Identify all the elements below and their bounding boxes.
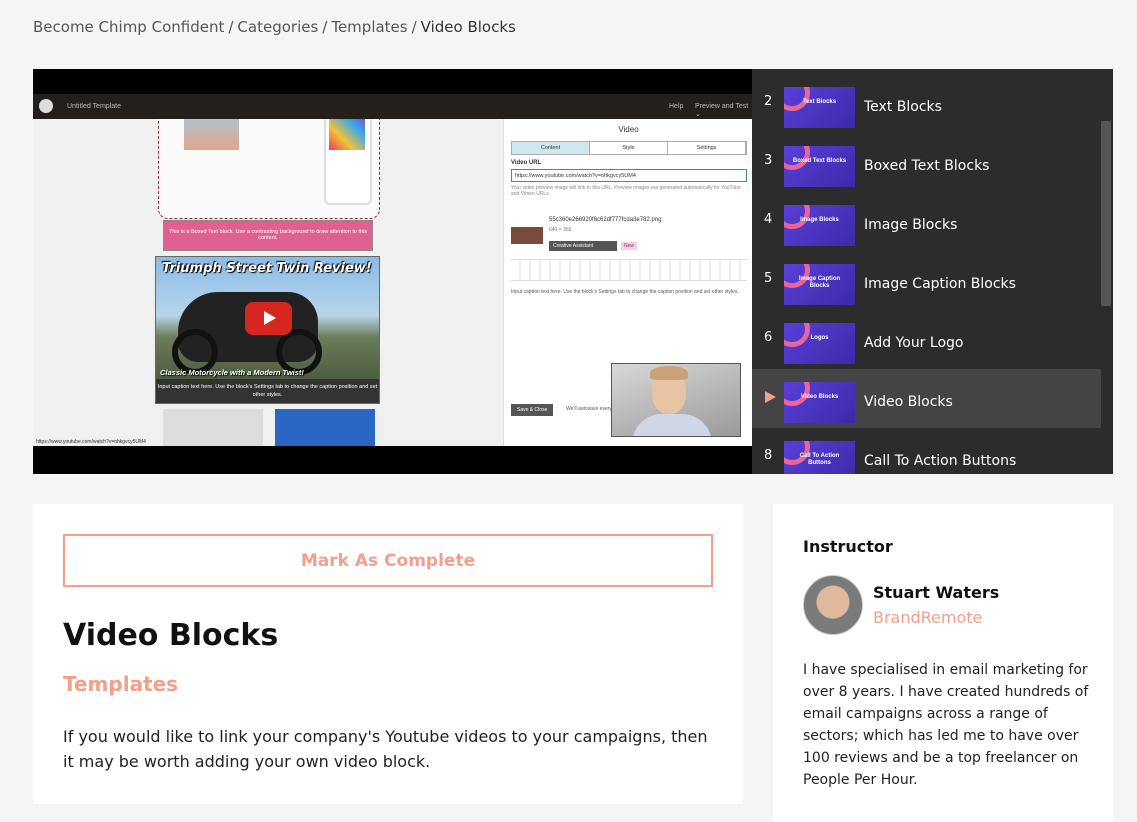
thumbnail-caption: Input caption text here. Use the block's… <box>156 379 379 403</box>
playlist-item[interactable]: 4 Image Blocks Image Blocks <box>752 192 1101 251</box>
tab-style: Style <box>590 142 668 154</box>
playlist-number: 2 <box>764 94 773 109</box>
url-hint: Your video preview image will link to th… <box>511 185 741 197</box>
instructor-bio: I have specialised in email marketing fo… <box>803 662 1089 788</box>
playlist-item[interactable]: 3 Boxed Text Blocks Boxed Text Blocks <box>752 133 1101 192</box>
lesson-category[interactable]: Templates <box>63 672 178 696</box>
autosave-text: We'll autosave every <box>566 406 612 412</box>
playlist-label: Video Blocks <box>864 394 953 410</box>
playlist-label: Add Your Logo <box>864 335 964 351</box>
preview-image <box>184 119 239 150</box>
editor-preview: Preview and Test ⌄ <box>695 103 749 118</box>
preview-image <box>329 119 365 150</box>
thumbnail-text: Boxed Text Blocks <box>792 158 847 164</box>
breadcrumb-separator: / <box>322 18 328 36</box>
playlist-item[interactable]: 2 Text Blocks Text Blocks <box>752 74 1101 133</box>
lesson-title: Video Blocks <box>63 618 279 653</box>
playlist-thumbnail: Text Blocks <box>784 87 855 128</box>
format-toolbar <box>511 259 747 281</box>
lesson-player: Untitled Template Help Preview and Test … <box>33 69 1113 474</box>
editor-title: Untitled Template <box>67 103 121 110</box>
breadcrumb-separator: / <box>228 18 234 36</box>
playlist-item-active[interactable]: Video Blocks Video Blocks <box>752 369 1101 428</box>
person-body <box>632 414 712 436</box>
file-dimensions: 640 × 360 <box>549 227 572 233</box>
device-preview <box>158 119 380 219</box>
save-close-button: Save & Close <box>511 404 554 416</box>
playlist-thumbnail: Call To Action Buttons <box>784 441 855 474</box>
playlist-item[interactable]: 8 Call To Action Buttons Call To Action … <box>752 428 1101 474</box>
webcam-overlay <box>611 363 741 437</box>
playlist-thumbnail: Logos <box>784 323 855 364</box>
lesson-description: If you would like to link your company's… <box>63 727 708 771</box>
playlist-thumbnail: Boxed Text Blocks <box>784 146 855 187</box>
playlist-label: Image Caption Blocks <box>864 276 1016 292</box>
new-badge: New <box>621 242 638 250</box>
lesson-playlist: 2 Text Blocks Text Blocks 3 Boxed Text B… <box>752 69 1113 474</box>
playlist-thumbnail: Image Caption Blocks <box>784 264 855 305</box>
playlist-scrollbar[interactable] <box>1101 69 1113 474</box>
panel-title: Video <box>618 125 639 134</box>
playlist-number: 3 <box>764 153 773 168</box>
breadcrumb-link-templates[interactable]: Templates <box>331 18 407 36</box>
status-url: https://www.youtube.com/watch?v=ohkgvcy5… <box>33 438 149 446</box>
playlist-item[interactable]: 5 Image Caption Blocks Image Caption Blo… <box>752 251 1101 310</box>
playlist-label: Call To Action Buttons <box>864 453 1017 469</box>
lesson-card: Mark As Complete Video Blocks Templates … <box>33 504 743 804</box>
playlist-label: Image Blocks <box>864 217 958 233</box>
playlist-number: 5 <box>764 271 773 286</box>
breadcrumb-current: Video Blocks <box>420 18 516 36</box>
youtube-play-icon <box>245 302 292 335</box>
breadcrumb-link-home[interactable]: Become Chimp Confident <box>33 18 224 36</box>
video-block-thumbnail: Triumph Street Twin Review! Classic Moto… <box>155 256 380 404</box>
boxed-text-block: This is a Boxed Text block. Use a contra… <box>163 220 373 251</box>
mailchimp-logo-icon <box>39 99 53 113</box>
playlist-number: 8 <box>764 448 773 463</box>
thumbnail-text: Video Blocks <box>800 394 839 400</box>
editor-help: Help <box>669 103 684 110</box>
thumbnail-text: Logos <box>810 335 829 341</box>
thumbnail-subtitle: Classic Motorcycle with a Modern Twist! <box>160 368 304 377</box>
panel-tabs: Content Style Settings <box>511 141 747 155</box>
play-arrow-icon <box>765 391 776 403</box>
scrollbar-thumb[interactable] <box>1101 121 1111 306</box>
playlist-label: Boxed Text Blocks <box>864 158 990 174</box>
creative-assistant-button: Creative Assistant <box>549 241 617 251</box>
person-hair <box>650 366 688 380</box>
editor-topbar: Untitled Template Help Preview and Test … <box>33 94 752 119</box>
avatar <box>803 575 863 635</box>
url-label: Video URL <box>511 160 542 166</box>
breadcrumb-separator: / <box>411 18 417 36</box>
thumbnail-text: Text Blocks <box>802 99 837 105</box>
content-block <box>163 409 263 446</box>
file-name: 55c360e266920f6c62df777fcda3e782.png <box>549 217 662 223</box>
content-block <box>275 409 375 446</box>
video-player[interactable]: Untitled Template Help Preview and Test … <box>33 69 752 474</box>
mark-complete-button[interactable]: Mark As Complete <box>63 534 713 587</box>
thumbnail-text: Call To Action Buttons <box>799 453 840 466</box>
playlist-label: Text Blocks <box>864 99 942 115</box>
tab-content: Content <box>512 142 590 154</box>
editor-body-text: Input caption text here. Use the block's… <box>511 289 739 295</box>
thumbnail-text: Image Caption Blocks <box>798 276 841 289</box>
instructor-heading: Instructor <box>803 537 893 556</box>
thumbnail-text: Image Blocks <box>800 217 839 223</box>
url-field: https://www.youtube.com/watch?v=ohkgvcy5… <box>511 169 747 182</box>
file-thumbnail <box>511 227 543 244</box>
tab-settings: Settings <box>668 142 746 154</box>
playlist-thumbnail: Image Blocks <box>784 205 855 246</box>
playlist-thumbnail: Video Blocks <box>784 382 855 423</box>
instructor-card: Instructor Stuart Waters BrandRemote I h… <box>773 504 1113 822</box>
instructor-name: Stuart Waters <box>873 583 1000 602</box>
instructor-company[interactable]: BrandRemote <box>873 608 982 627</box>
playlist-number: 6 <box>764 330 773 345</box>
breadcrumb-link-categories[interactable]: Categories <box>237 18 318 36</box>
playlist-item[interactable]: 6 Logos Add Your Logo <box>752 310 1101 369</box>
playlist-number: 4 <box>764 212 773 227</box>
breadcrumb: Become Chimp Confident / Categories / Templa… <box>33 18 516 36</box>
thumbnail-title: Triumph Street Twin Review! <box>162 261 372 276</box>
editor-canvas: This is a Boxed Text block. Use a contra… <box>33 119 503 446</box>
